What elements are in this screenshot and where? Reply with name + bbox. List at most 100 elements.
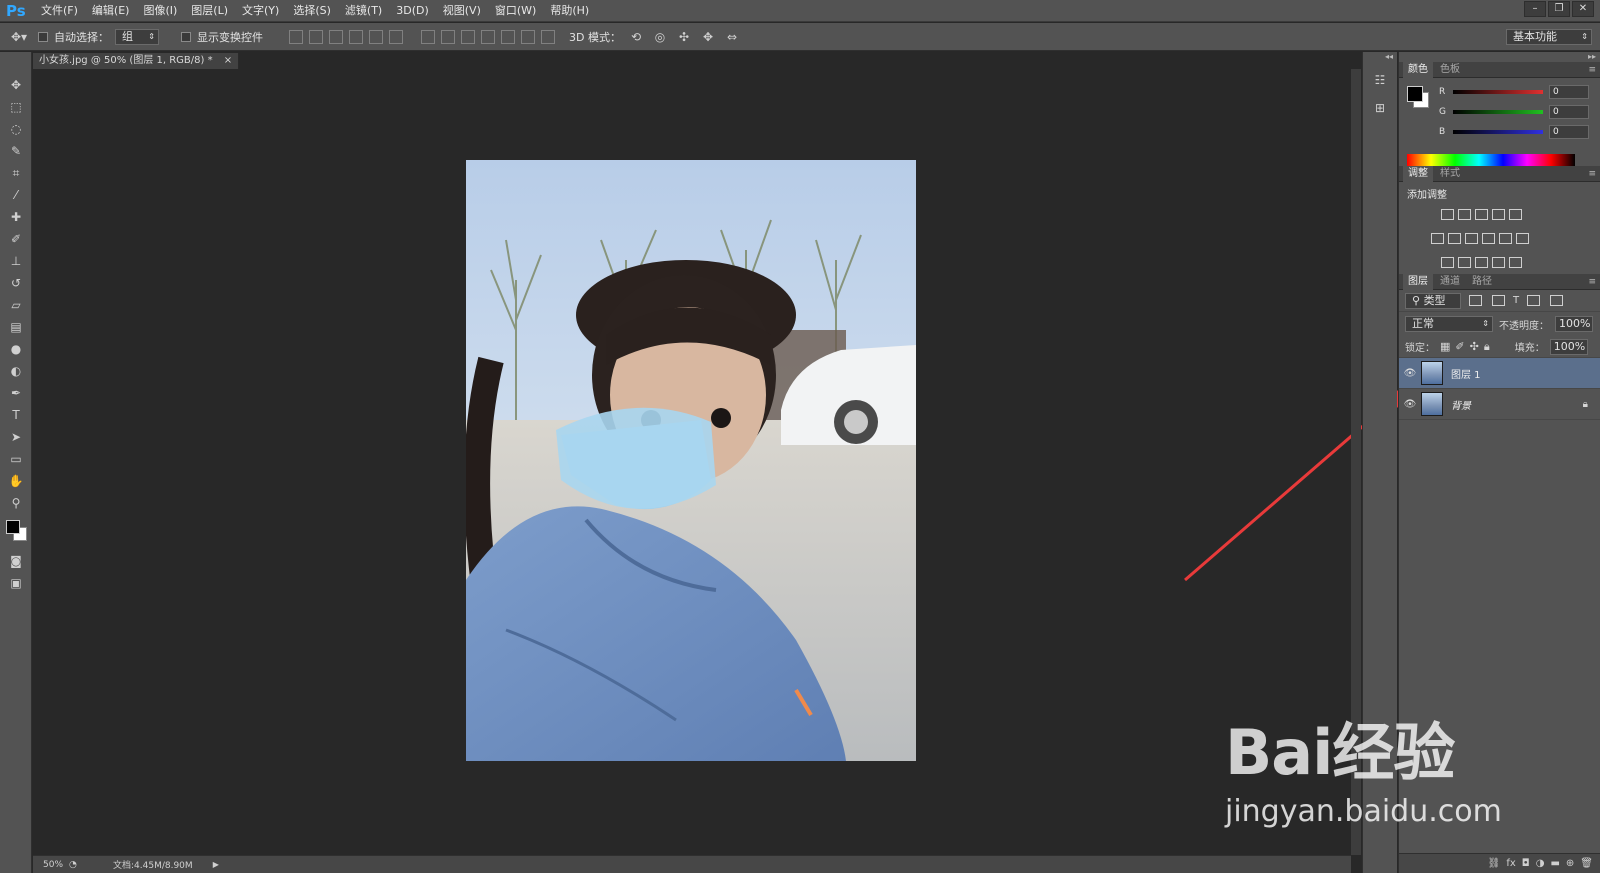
menu-item[interactable]: 窗口(W) bbox=[488, 0, 543, 22]
align-hcenter-icon[interactable] bbox=[369, 29, 383, 44]
tab-swatches[interactable]: 色板 bbox=[1435, 62, 1465, 78]
filter-pixel-icon[interactable] bbox=[1469, 295, 1482, 306]
adjust-panel-menu-icon[interactable]: ≡ bbox=[1588, 169, 1596, 179]
visibility-eye-icon[interactable]: 👁︎ bbox=[1399, 399, 1421, 410]
opacity-input[interactable]: 100% bbox=[1555, 316, 1593, 332]
lasso-tool-icon[interactable]: ◌ bbox=[0, 118, 32, 140]
align-vcenter-icon[interactable] bbox=[309, 29, 323, 44]
scale3d-icon[interactable]: ⇔ bbox=[723, 26, 741, 48]
channel-mixer-icon[interactable] bbox=[1499, 233, 1512, 244]
path-select-tool-icon[interactable]: ➤ bbox=[0, 426, 32, 448]
visibility-eye-icon[interactable]: 👁︎ bbox=[1399, 368, 1421, 379]
menu-item[interactable]: 文件(F) bbox=[34, 0, 85, 22]
type-tool-icon[interactable]: T bbox=[0, 404, 32, 426]
roll3d-icon[interactable]: ◎ bbox=[651, 26, 669, 48]
quick-mask-icon[interactable]: ◙ bbox=[0, 550, 32, 572]
filter-type-icon[interactable]: T bbox=[1513, 295, 1519, 306]
distribute-vcenter-icon[interactable] bbox=[441, 29, 455, 44]
close-tab-icon[interactable]: × bbox=[224, 55, 232, 66]
align-bottom-icon[interactable] bbox=[329, 29, 343, 44]
lock-pixels-icon[interactable]: ✐ bbox=[1455, 340, 1464, 353]
tab-channels[interactable]: 通道 bbox=[1435, 274, 1465, 290]
tab-styles[interactable]: 样式 bbox=[1435, 166, 1465, 182]
eraser-tool-icon[interactable]: ▱ bbox=[0, 294, 32, 316]
stamp-tool-icon[interactable]: ⊥ bbox=[0, 250, 32, 272]
color-spectrum[interactable] bbox=[1407, 154, 1575, 166]
filter-smart-icon[interactable] bbox=[1550, 295, 1564, 306]
gradient-map-icon[interactable] bbox=[1509, 257, 1522, 268]
show-transform-checkbox[interactable] bbox=[181, 31, 191, 42]
exposure-icon[interactable] bbox=[1492, 209, 1505, 220]
tab-color[interactable]: 颜色 bbox=[1403, 61, 1433, 78]
photo-filter-icon[interactable] bbox=[1482, 233, 1495, 244]
auto-select-dropdown[interactable]: 组 ⇕ bbox=[115, 28, 159, 45]
lock-transparent-icon[interactable]: ▦ bbox=[1440, 340, 1450, 353]
crop-tool-icon[interactable]: ⌗ bbox=[0, 162, 32, 184]
restore-button[interactable]: ❐ bbox=[1548, 1, 1570, 17]
brightness-icon[interactable] bbox=[1441, 209, 1454, 220]
curves-icon[interactable] bbox=[1475, 209, 1488, 220]
healing-tool-icon[interactable]: ✚ bbox=[0, 206, 32, 228]
distribute-right-icon[interactable] bbox=[521, 29, 535, 44]
link-layers-icon[interactable]: ⛓ bbox=[1488, 858, 1501, 869]
hand-tool-icon[interactable]: ✋ bbox=[0, 470, 32, 492]
color-balance-icon[interactable] bbox=[1448, 233, 1461, 244]
history-panel-icon[interactable]: ☷ bbox=[1363, 66, 1397, 94]
distribute-hcenter-icon[interactable] bbox=[501, 29, 515, 44]
align-left-icon[interactable] bbox=[349, 29, 363, 44]
screen-mode-icon[interactable]: ▣ bbox=[0, 572, 32, 594]
menu-item[interactable]: 图像(I) bbox=[136, 0, 184, 22]
document-tab[interactable]: 小女孩.jpg @ 50% (图层 1, RGB/8) * × bbox=[33, 53, 240, 69]
color-lookup-icon[interactable] bbox=[1516, 233, 1529, 244]
tab-layers[interactable]: 图层 bbox=[1403, 273, 1433, 290]
lock-position-icon[interactable]: ✣ bbox=[1470, 340, 1479, 353]
workspace-switcher[interactable]: 基本功能 ⇕ bbox=[1506, 29, 1592, 45]
color-panel-menu-icon[interactable]: ≡ bbox=[1588, 65, 1596, 75]
add-mask-icon[interactable]: ◘ bbox=[1522, 858, 1530, 869]
document-image[interactable] bbox=[466, 160, 916, 761]
pan3d-icon[interactable]: ✣ bbox=[675, 26, 693, 48]
eyedropper-tool-icon[interactable]: ⁄ bbox=[0, 184, 32, 206]
rotate3d-icon[interactable]: ⟲ bbox=[627, 26, 645, 48]
delete-layer-icon[interactable]: 🗑︎ bbox=[1580, 858, 1593, 869]
channel-value[interactable]: 0 bbox=[1549, 85, 1589, 99]
status-icon[interactable]: ◔ bbox=[69, 860, 87, 870]
marquee-tool-icon[interactable]: ⬚ bbox=[0, 96, 32, 118]
menu-item[interactable]: 编辑(E) bbox=[85, 0, 137, 22]
brush-tool-icon[interactable]: ✐ bbox=[0, 228, 32, 250]
selective-color-icon[interactable] bbox=[1492, 257, 1505, 268]
channel-slider[interactable] bbox=[1453, 110, 1543, 114]
invert-icon[interactable] bbox=[1441, 257, 1454, 268]
pen-tool-icon[interactable]: ✒ bbox=[0, 382, 32, 404]
dodge-tool-icon[interactable]: ◐ bbox=[0, 360, 32, 382]
tab-adjustments[interactable]: 调整 bbox=[1403, 165, 1433, 182]
layer-row-background[interactable]: 👁︎ 背景 🔒︎ bbox=[1399, 389, 1600, 420]
threshold-icon[interactable] bbox=[1475, 257, 1488, 268]
align-top-icon[interactable] bbox=[289, 29, 303, 44]
close-button[interactable]: ✕ bbox=[1572, 1, 1594, 17]
distribute-left-icon[interactable] bbox=[481, 29, 495, 44]
new-layer-icon[interactable]: ⊕ bbox=[1566, 858, 1574, 869]
layer-filter-dropdown[interactable]: ⚲ 类型 bbox=[1405, 292, 1461, 309]
distribute-top-icon[interactable] bbox=[421, 29, 435, 44]
posterize-icon[interactable] bbox=[1458, 257, 1471, 268]
vibrance-icon[interactable] bbox=[1509, 209, 1522, 220]
shape-tool-icon[interactable]: ▭ bbox=[0, 448, 32, 470]
menu-item[interactable]: 帮助(H) bbox=[543, 0, 596, 22]
lock-all-icon[interactable]: 🔒︎ bbox=[1484, 340, 1490, 354]
hue-saturation-icon[interactable] bbox=[1431, 233, 1444, 244]
properties-panel-icon[interactable]: ⊞ bbox=[1363, 94, 1397, 122]
distribute-bottom-icon[interactable] bbox=[461, 29, 475, 44]
fg-color-chip[interactable] bbox=[1407, 86, 1423, 102]
channel-value[interactable]: 0 bbox=[1549, 125, 1589, 139]
layer-style-icon[interactable]: fx bbox=[1506, 858, 1515, 869]
new-group-icon[interactable]: ▬ bbox=[1550, 858, 1559, 869]
status-menu-arrow-icon[interactable]: ▶ bbox=[213, 860, 219, 869]
menu-item[interactable]: 文字(Y) bbox=[235, 0, 286, 22]
minimize-button[interactable]: – bbox=[1524, 1, 1546, 17]
move-tool-icon[interactable]: ✥▾ bbox=[6, 26, 32, 48]
move-tool-icon[interactable]: ✥ bbox=[0, 74, 32, 96]
channel-slider[interactable] bbox=[1453, 90, 1543, 94]
auto-select-checkbox[interactable] bbox=[38, 31, 48, 42]
menu-item[interactable]: 图层(L) bbox=[184, 0, 235, 22]
